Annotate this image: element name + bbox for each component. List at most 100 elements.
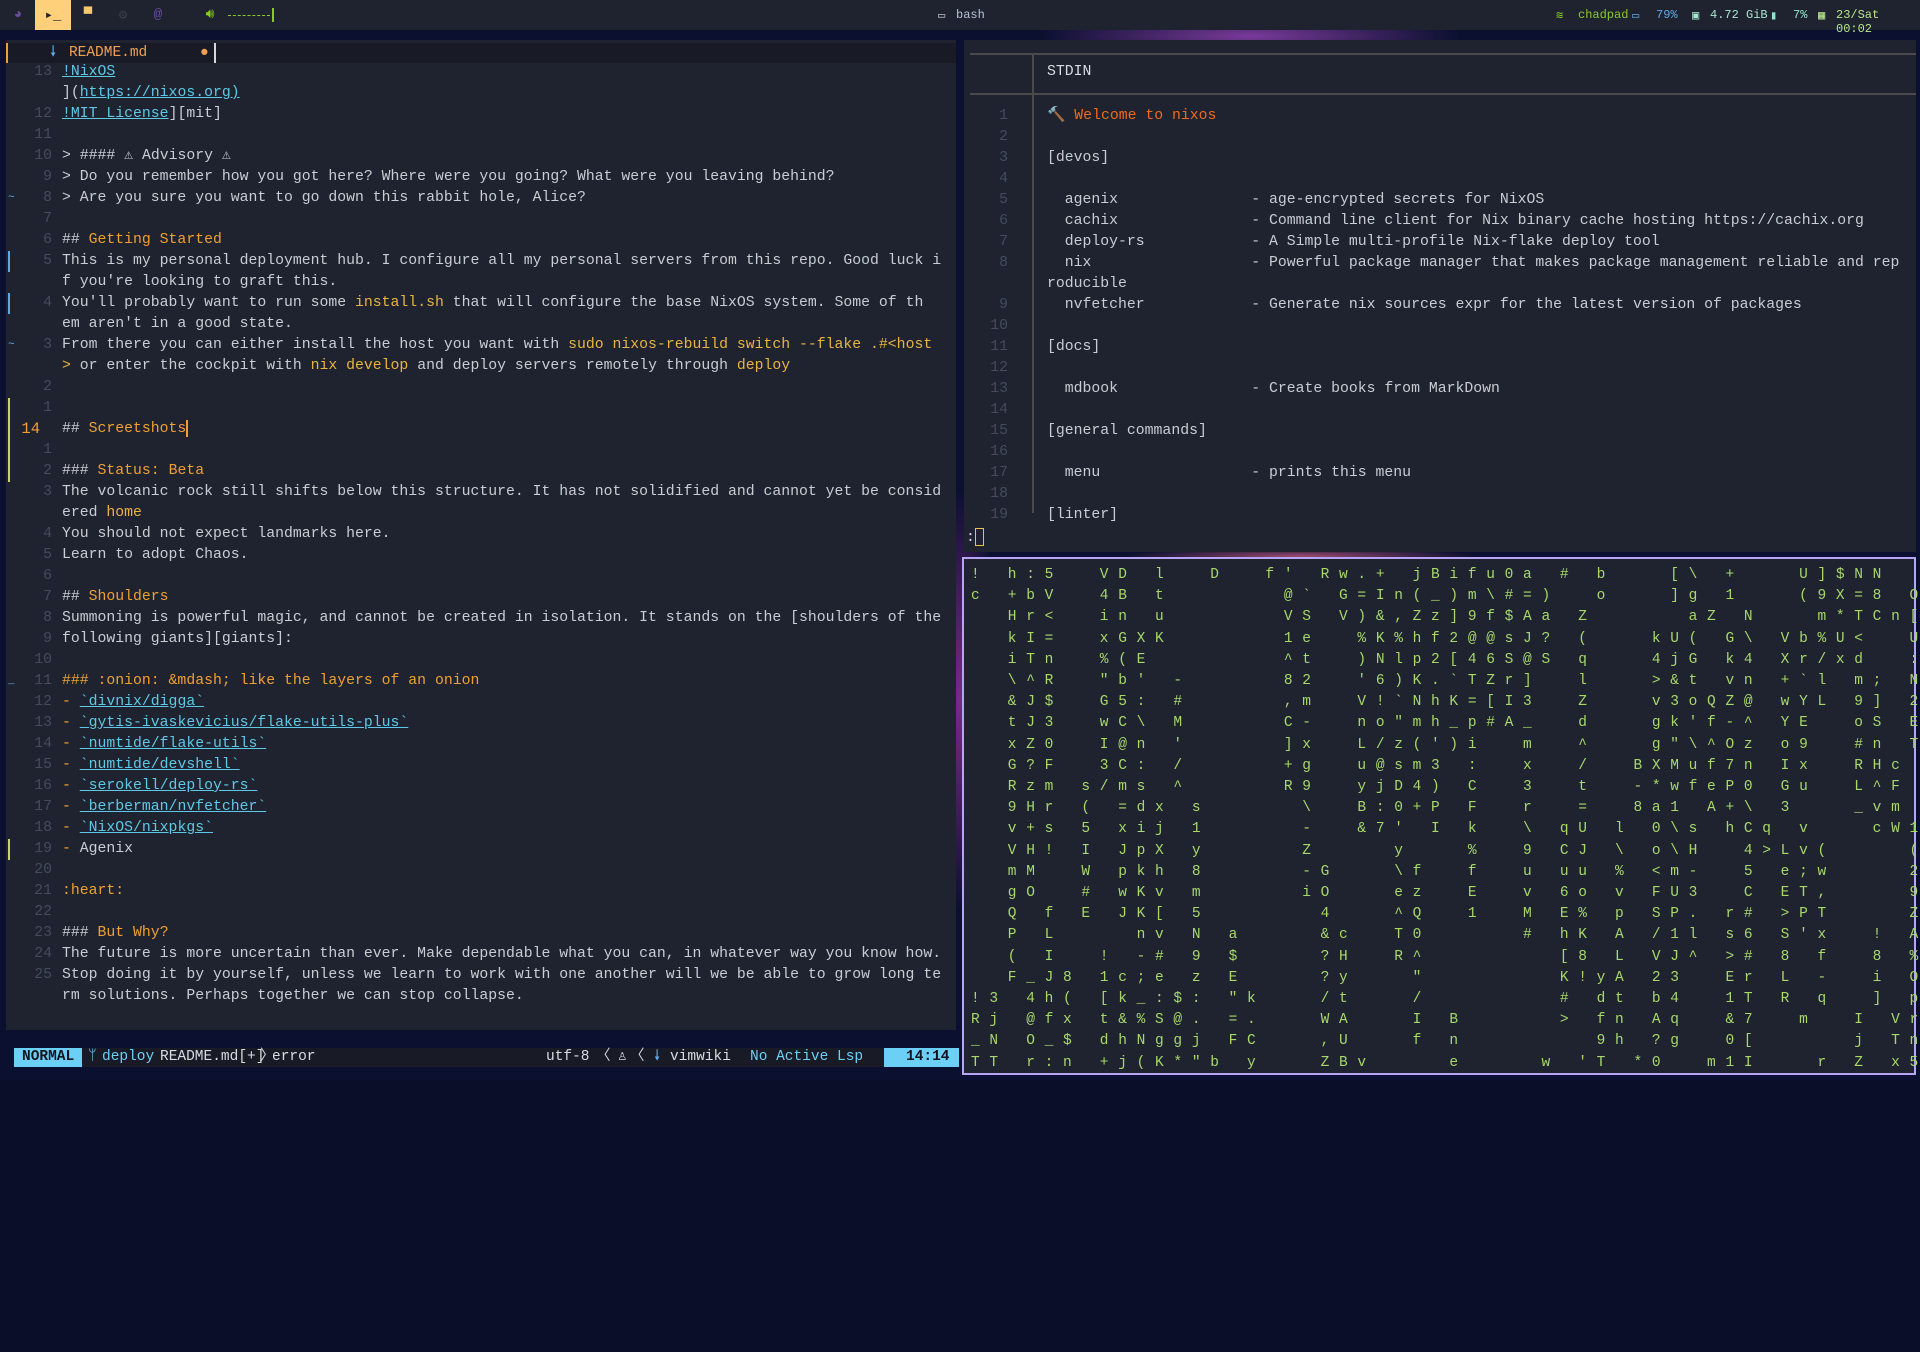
editor-line[interactable]: 20 bbox=[6, 860, 956, 881]
text-segment: > Do you remember how you got here? Wher… bbox=[62, 169, 835, 185]
editor-line[interactable]: 7 ## Shoulders bbox=[6, 587, 956, 608]
pager-line: 9 nvfetcher - Generate nix sources expr … bbox=[964, 295, 1916, 316]
editor-line[interactable]: em aren't in a good state. bbox=[6, 314, 956, 335]
editor-line[interactable]: 13- `gytis-ivaskevicius/flake-utils-plus… bbox=[6, 713, 956, 734]
editor-line[interactable]: 3 The volcanic rock still shifts below th… bbox=[6, 482, 956, 503]
text-segment: - bbox=[62, 820, 80, 836]
editor-line[interactable]: 10 > #### ⚠ Advisory ⚠ bbox=[6, 146, 956, 167]
editor-pane[interactable]: 🠗 README.md ● 13 !NixOS](https://nixos.or… bbox=[6, 40, 959, 1067]
line-number: 21 bbox=[34, 883, 52, 899]
editor-line[interactable]: 10 bbox=[6, 650, 956, 671]
text-segment: - bbox=[62, 799, 80, 815]
editor-line[interactable]: 2 ### Status: Beta bbox=[6, 461, 956, 482]
volume-icon[interactable]: 🔊︎ bbox=[192, 0, 228, 30]
terminal-icon[interactable]: ▸_ bbox=[35, 0, 71, 30]
editor-line[interactable]: ](https://nixos.org) bbox=[6, 83, 956, 104]
line-number: 18 bbox=[34, 820, 52, 836]
editor-line[interactable]: 14- `numtide/flake-utils` bbox=[6, 734, 956, 755]
editor-line[interactable]: 6 ## Getting Started bbox=[6, 230, 956, 251]
pager-line: 10 bbox=[964, 316, 1916, 337]
text-segment[interactable]: https://nixos.org) bbox=[80, 85, 240, 101]
text-segment[interactable]: !MIT License bbox=[62, 106, 169, 122]
text-segment: > #### ⚠ Advisory ⚠ bbox=[62, 148, 231, 164]
editor-line[interactable]: 7 bbox=[6, 209, 956, 230]
line-number: 8 bbox=[43, 190, 52, 206]
text-segment[interactable]: `numtide/flake-utils` bbox=[80, 736, 266, 752]
line-number: 18 bbox=[990, 486, 1008, 502]
editor-line[interactable]: 12- `divnix/digga` bbox=[6, 692, 956, 713]
text-segment: ## bbox=[62, 421, 89, 437]
matrix-row: !3 4h( [k_:$: "k /t / # dt b4 1T R q ] p… bbox=[971, 991, 1920, 1007]
editor-line[interactable]: 1 bbox=[6, 398, 956, 419]
editor-line[interactable]: 5 This is my personal deployment hub. I c… bbox=[6, 251, 956, 272]
text-segment: - bbox=[62, 841, 80, 857]
line-number: 3 bbox=[43, 337, 52, 353]
editor-line[interactable]: 25 Stop doing it by yourself, unless we l… bbox=[6, 965, 956, 986]
at-icon[interactable]: @ bbox=[140, 0, 176, 30]
editor-line[interactable]: rm solutions. Perhaps together we can st… bbox=[6, 986, 956, 1007]
text-segment[interactable]: `gytis-ivaskevicius/flake-utils-plus` bbox=[80, 715, 409, 731]
chat-icon[interactable]: ▀ bbox=[70, 0, 106, 30]
editor-line[interactable]: 9 following giants][giants]: bbox=[6, 629, 956, 650]
clock: 23/Sat 00:02 bbox=[1836, 8, 1880, 36]
editor-line[interactable]: 14 ## Screetshots bbox=[6, 419, 956, 440]
editor-line[interactable]: 4 You'll probably want to run some instal… bbox=[6, 293, 956, 314]
editor-line[interactable]: > or enter the cockpit with nix develop … bbox=[6, 356, 956, 377]
line-text: Summoning is powerful magic, and cannot … bbox=[62, 608, 941, 629]
tab-readme[interactable]: 🠗 README.md ● bbox=[50, 43, 209, 63]
editor-line[interactable]: ~3 From there you can either install the … bbox=[6, 335, 956, 356]
line-text: [general commands] bbox=[1047, 423, 1207, 439]
text-segment: ered bbox=[62, 505, 107, 521]
text-segment: You'll probably want to run some bbox=[62, 295, 356, 311]
line-text: em aren't in a good state. bbox=[62, 314, 293, 335]
editor-line[interactable]: 21:heart: bbox=[6, 881, 956, 902]
text-segment[interactable]: `NixOS/nixpkgs` bbox=[80, 820, 213, 836]
text-segment[interactable]: !NixOS bbox=[62, 64, 115, 80]
text-segment[interactable]: `numtide/devshell` bbox=[80, 757, 240, 773]
editor-line[interactable]: 16- `serokell/deploy-rs` bbox=[6, 776, 956, 797]
line-text: [devos] bbox=[1047, 150, 1110, 166]
memory-icon: ▮ bbox=[1770, 9, 1778, 23]
volume-slider[interactable] bbox=[228, 15, 270, 16]
encoding: utf-8 bbox=[546, 1049, 590, 1065]
editor-line[interactable]: 8 Summoning is powerful magic, and cannot… bbox=[6, 608, 956, 629]
editor-line[interactable]: 2 bbox=[6, 377, 956, 398]
pager-pane[interactable]: STDIN 1 🔨 Welcome to nixos 2 3 [devos] 4 5 age… bbox=[964, 40, 1916, 552]
text-segment[interactable]: `serokell/deploy-rs` bbox=[80, 778, 258, 794]
editor-line[interactable]: 23 ### But Why? bbox=[6, 923, 956, 944]
editor-line[interactable]: 6 bbox=[6, 566, 956, 587]
editor-line[interactable]: 18- `NixOS/nixpkgs` bbox=[6, 818, 956, 839]
volume-slider-handle[interactable] bbox=[272, 8, 274, 22]
matrix-rain-pane[interactable]: ! h:5 VD l D f' Rw.+ jBifu0a # b [\ + U]… bbox=[962, 557, 1920, 1075]
wifi-icon[interactable]: ≋ bbox=[1556, 8, 1563, 23]
command-prompt[interactable]: : bbox=[966, 528, 984, 546]
line-text: agenix - age-encrypted secrets for NixOS bbox=[1047, 192, 1545, 208]
editor-line[interactable]: ered home bbox=[6, 503, 956, 524]
editor-line[interactable]: 19- Agenix bbox=[6, 839, 956, 860]
editor-line[interactable]: 13 !NixOS bbox=[6, 62, 956, 83]
editor-line[interactable]: 15- `numtide/devshell` bbox=[6, 755, 956, 776]
editor-line[interactable]: 12 !MIT License][mit] bbox=[6, 104, 956, 125]
editor-line[interactable]: ~8 > Are you sure you want to go down thi… bbox=[6, 188, 956, 209]
editor-line[interactable]: 1 bbox=[6, 440, 956, 461]
cursor bbox=[974, 528, 984, 546]
firefox-icon[interactable]: ◕ bbox=[0, 0, 36, 30]
text-segment[interactable]: `divnix/digga` bbox=[80, 694, 204, 710]
line-text: From there you can either install the ho… bbox=[62, 335, 932, 356]
editor-line[interactable]: 22 bbox=[6, 902, 956, 923]
editor-line[interactable]: 5 Learn to adopt Chaos. bbox=[6, 545, 956, 566]
text-segment[interactable]: `berberman/nvfetcher` bbox=[80, 799, 266, 815]
editor-line[interactable]: _ 11 ### :onion: &mdash; like the layers o… bbox=[6, 671, 956, 692]
text-segment: that will configure the base NixOS syste… bbox=[443, 295, 924, 311]
editor-line[interactable]: 24 The future is more uncertain than ever… bbox=[6, 944, 956, 965]
editor-line[interactable]: 11 bbox=[6, 125, 956, 146]
editor-line[interactable]: f you're looking to graft this. bbox=[6, 272, 956, 293]
text-segment: - bbox=[62, 757, 80, 773]
gear-icon[interactable]: ⚙ bbox=[105, 0, 141, 30]
text-segment: ]( bbox=[62, 85, 80, 101]
editor-line[interactable]: 4 You should not expect landmarks here. bbox=[6, 524, 956, 545]
line-text: menu - prints this menu bbox=[1047, 465, 1412, 481]
editor-line[interactable]: 9 > Do you remember how you got here? Whe… bbox=[6, 167, 956, 188]
pager-line: roducible bbox=[964, 274, 1916, 295]
editor-line[interactable]: 17- `berberman/nvfetcher` bbox=[6, 797, 956, 818]
